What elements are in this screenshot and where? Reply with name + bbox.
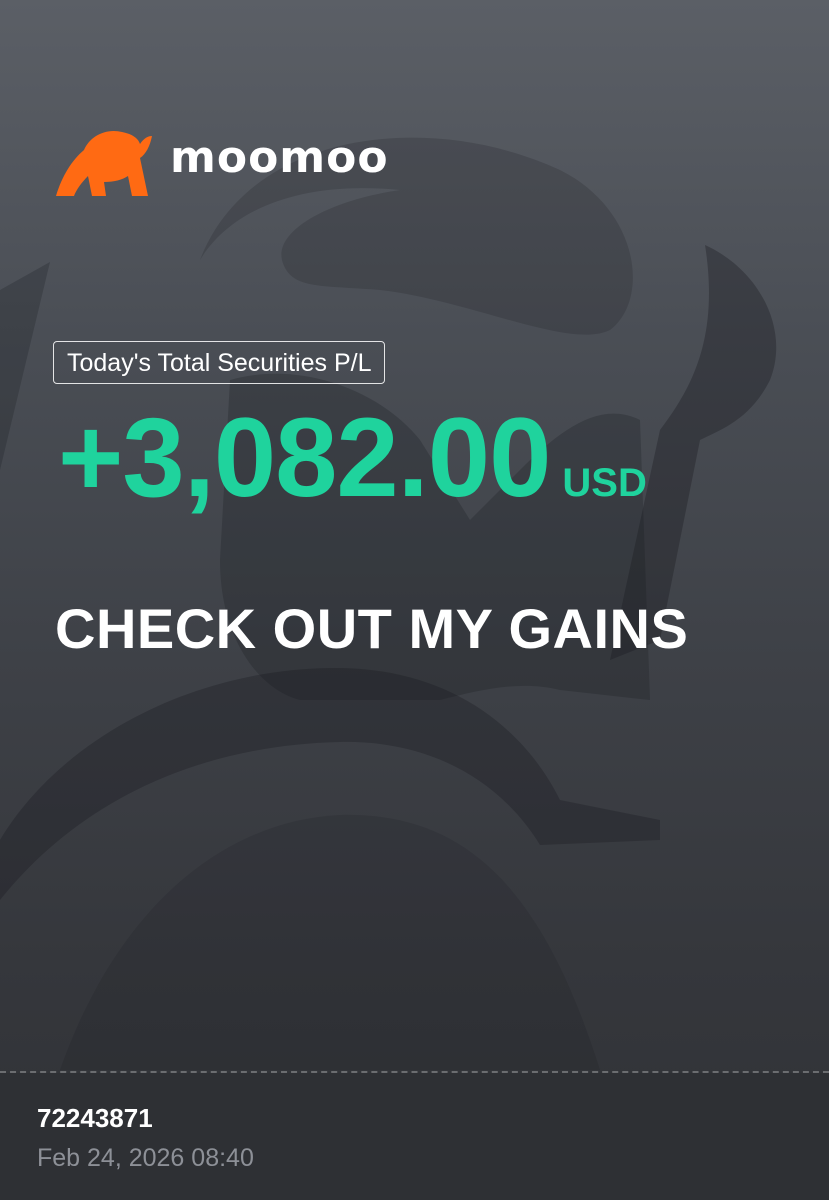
pl-amount: +3,082.00 USD xyxy=(58,402,647,514)
bull-head-icon xyxy=(56,130,152,196)
footer: 72243871 Feb 24, 2026 08:40 xyxy=(0,1073,829,1200)
headline: CHECK OUT MY GAINS xyxy=(55,597,689,660)
brand-logo: moomoo xyxy=(52,120,389,200)
pl-currency: USD xyxy=(562,461,647,505)
pl-label-badge: Today's Total Securities P/L xyxy=(53,341,386,384)
share-card: moomoo Today's Total Securities P/L +3,0… xyxy=(0,0,829,1200)
pl-value: +3,082.00 xyxy=(58,395,551,520)
account-id: 72243871 xyxy=(37,1103,153,1133)
timestamp: Feb 24, 2026 08:40 xyxy=(37,1144,254,1172)
brand-name: moomoo xyxy=(170,131,389,183)
